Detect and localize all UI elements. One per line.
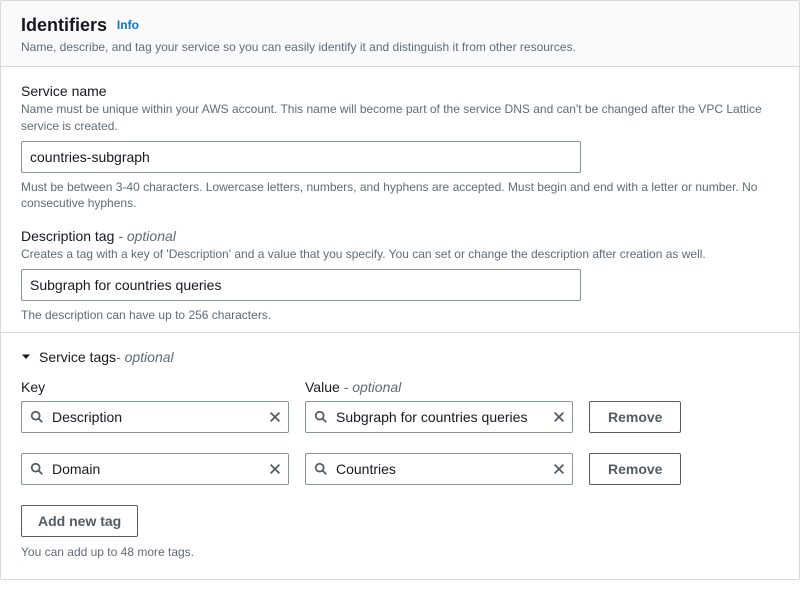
tags-footer: Add new tag You can add up to 48 more ta… [21,505,779,559]
search-icon [30,462,44,476]
tag-row: Remove [21,401,779,433]
tag-value-input-wrap [305,453,573,485]
tag-value-input[interactable] [306,454,572,484]
section-divider [1,332,799,333]
description-tag-description: Creates a tag with a key of 'Description… [21,246,779,263]
service-tags-optional: - optional [116,349,174,365]
service-name-group: Service name Name must be unique within … [21,83,779,212]
service-name-constraint: Must be between 3-40 characters. Lowerca… [21,179,779,213]
tags-grid: Key Value - optional [21,379,779,485]
remove-button[interactable]: Remove [589,453,681,485]
info-link[interactable]: Info [117,18,139,32]
tag-key-input[interactable] [22,454,288,484]
tag-key-input-wrap [21,453,289,485]
search-icon [314,462,328,476]
tag-key-input-wrap [21,401,289,433]
tag-row: Remove [21,453,779,485]
identifiers-panel: Identifiers Info Name, describe, and tag… [0,0,800,580]
search-icon [314,410,328,424]
tag-key-input[interactable] [22,402,288,432]
tags-value-header-text: Value [305,379,340,395]
search-icon [30,410,44,424]
tags-header-row: Key Value - optional [21,379,779,395]
service-name-description: Name must be unique within your AWS acco… [21,101,779,135]
clear-icon[interactable] [552,462,566,476]
panel-header: Identifiers Info Name, describe, and tag… [1,1,799,67]
tags-value-optional: - optional [340,379,401,395]
panel-body: Service name Name must be unique within … [1,67,799,579]
description-tag-label-text: Description tag [21,228,114,244]
panel-title: Identifiers [21,15,107,35]
tags-remaining-note: You can add up to 48 more tags. [21,545,779,559]
remove-button[interactable]: Remove [589,401,681,433]
tag-value-input-wrap [305,401,573,433]
clear-icon[interactable] [268,410,282,424]
tags-key-header: Key [21,379,289,395]
service-name-label: Service name [21,83,779,99]
description-tag-label: Description tag - optional [21,228,779,244]
service-tags-heading: Service tags [39,349,116,365]
description-tag-constraint: The description can have up to 256 chara… [21,307,779,324]
clear-icon[interactable] [268,462,282,476]
description-tag-input[interactable] [21,269,581,301]
description-tag-optional: - optional [114,228,175,244]
description-tag-group: Description tag - optional Creates a tag… [21,228,779,324]
tags-value-header: Value - optional [305,379,573,395]
add-new-tag-button[interactable]: Add new tag [21,505,138,537]
tag-value-input[interactable] [306,402,572,432]
clear-icon[interactable] [552,410,566,424]
caret-down-icon [21,352,31,362]
panel-subtitle: Name, describe, and tag your service so … [21,40,779,54]
service-tags-toggle[interactable]: Service tags - optional [21,349,779,365]
service-name-input[interactable] [21,141,581,173]
